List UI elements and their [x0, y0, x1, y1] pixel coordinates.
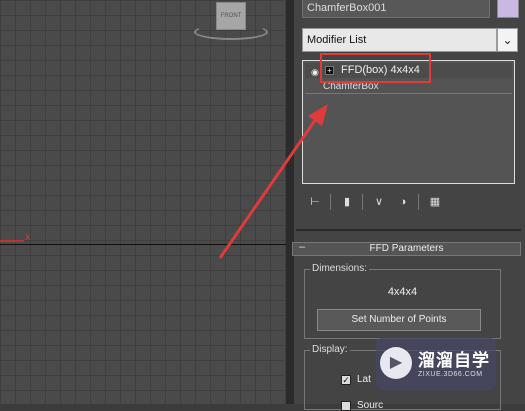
annotation-highlight-box — [320, 53, 431, 83]
stack-toolbar: ⊢ ▮ ∨ ◑ ▦ — [302, 192, 518, 214]
watermark: ▶ 溜溜自学 ZIXUE.3D66.COM — [376, 338, 496, 390]
ffd-parameters-title: FFD Parameters — [369, 243, 444, 254]
panel-separator — [296, 229, 521, 231]
viewcube-front-face[interactable]: FRONT — [216, 2, 246, 30]
toolbar-separator — [330, 194, 331, 210]
lightbulb-icon[interactable]: ◉ — [311, 65, 319, 80]
ffd-parameters-rollout[interactable]: – FFD Parameters — [292, 241, 521, 256]
show-end-result-icon[interactable]: ▮ — [338, 194, 356, 210]
dimensions-value: 4x4x4 — [387, 286, 418, 298]
play-logo-icon: ▶ — [380, 347, 412, 379]
x-axis-line — [0, 240, 24, 242]
object-color-swatch[interactable] — [497, 0, 519, 18]
lattice-label: Lat — [357, 374, 371, 385]
set-number-of-points-button[interactable]: Set Number of Points — [317, 309, 481, 331]
toolbar-separator — [362, 194, 363, 210]
watermark-title: 溜溜自学 — [418, 351, 490, 370]
dimensions-label: Dimensions: — [310, 263, 370, 274]
viewport-grid[interactable]: X FRONT — [0, 0, 286, 404]
panel-divider — [286, 0, 294, 404]
toolbar-separator — [418, 194, 419, 210]
display-label: Display: — [310, 344, 350, 355]
viewcube[interactable]: FRONT — [194, 0, 268, 40]
modifier-list-dropdown[interactable]: Modifier List — [302, 28, 497, 52]
object-name-field[interactable]: ChamferBox001 — [302, 0, 490, 18]
pin-stack-icon[interactable]: ⊢ — [306, 194, 324, 210]
lattice-checkbox[interactable]: ✓ — [341, 375, 351, 385]
watermark-url: ZIXUE.3D66.COM — [418, 371, 483, 378]
remove-modifier-icon[interactable]: ◑ — [394, 194, 412, 210]
chevron-down-icon[interactable]: ⌄ — [497, 28, 518, 52]
source-volume-checkbox[interactable] — [341, 401, 351, 411]
horizon-line — [0, 244, 286, 245]
make-unique-icon[interactable]: ∨ — [370, 194, 388, 210]
source-volume-label: Sourc — [357, 400, 384, 411]
x-axis-label: X — [25, 233, 31, 242]
dimensions-group: Dimensions: 4x4x4 Set Number of Points — [304, 263, 501, 339]
configure-modifier-sets-icon[interactable]: ▦ — [426, 194, 444, 210]
